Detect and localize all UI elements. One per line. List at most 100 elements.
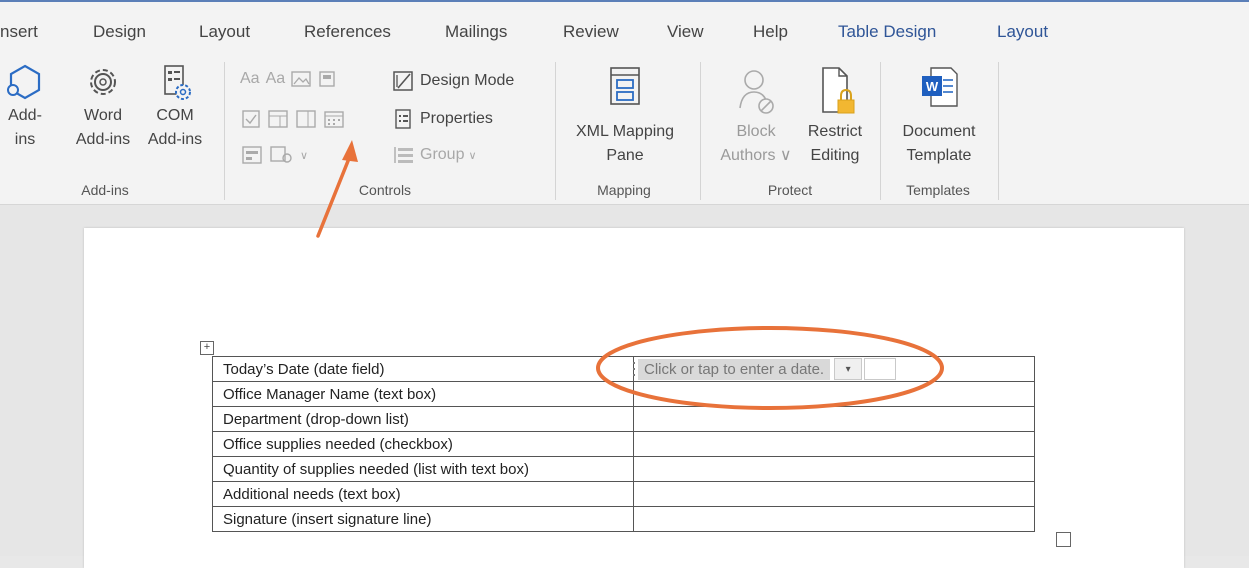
com-addins-icon: [164, 65, 191, 100]
group-separator: [224, 62, 225, 200]
design-mode-button[interactable]: Design Mode: [392, 70, 514, 92]
table-row: Additional needs (text box): [212, 481, 1035, 507]
value-cell[interactable]: [633, 406, 1035, 432]
document-template-button[interactable]: W Document Template: [890, 62, 988, 168]
word-addins-label-2: Add-ins: [75, 131, 131, 148]
table-row: Department (drop-down list): [212, 406, 1035, 432]
table-row: Quantity of supplies needed (list with t…: [212, 456, 1035, 482]
date-dropdown-button[interactable]: ▾: [834, 358, 863, 380]
row-label: Office supplies needed (checkbox): [212, 431, 634, 457]
com-addins-button[interactable]: COM Add-ins: [142, 62, 208, 152]
tab-view[interactable]: View: [667, 22, 704, 42]
table-row: Today’s Date (date field): [212, 356, 1035, 382]
xml-mapping-icon: [610, 67, 640, 105]
combo-box-control-icon[interactable]: [268, 110, 288, 128]
tab-design[interactable]: Design: [93, 22, 146, 42]
restrict-editing-button[interactable]: Restrict Editing: [800, 62, 870, 168]
tab-mailings[interactable]: Mailings: [445, 22, 507, 42]
document-template-label-2: Template: [906, 147, 972, 164]
ribbon: Add- ins Word Add-ins COM Add-ins Add-in…: [0, 54, 1249, 205]
table-move-handle[interactable]: +: [200, 341, 214, 355]
row-label: Quantity of supplies needed (list with t…: [212, 456, 634, 482]
xml-mapping-label-2: Pane: [606, 147, 644, 164]
addins-hexagon-icon: [7, 64, 41, 100]
restrict-editing-label-1: Restrict: [807, 123, 863, 140]
group-caret: ∨: [468, 149, 477, 162]
dropdown-list-control-icon[interactable]: [296, 110, 316, 128]
gear-icon: [90, 69, 116, 95]
tab-help[interactable]: Help: [753, 22, 788, 42]
row-label: Additional needs (text box): [212, 481, 634, 507]
tab-references[interactable]: References: [304, 22, 391, 42]
building-block-control-icon[interactable]: [317, 70, 337, 88]
picture-control-icon[interactable]: [291, 71, 311, 87]
com-addins-label-1: COM: [156, 107, 194, 124]
content-controls-row-3: ∨: [242, 146, 308, 164]
design-mode-label: Design Mode: [420, 72, 515, 89]
group-separator: [998, 62, 999, 200]
value-cell[interactable]: [633, 456, 1035, 482]
rich-text-control-button[interactable]: Aa: [240, 70, 260, 88]
content-control-grip-icon[interactable]: [630, 360, 638, 378]
date-control-end: [864, 358, 897, 380]
restrict-editing-lock-icon: [822, 67, 855, 114]
value-cell[interactable]: [633, 506, 1035, 532]
value-cell[interactable]: [633, 431, 1035, 457]
repeating-section-control-icon[interactable]: [270, 146, 292, 164]
table-resize-handle[interactable]: [1056, 532, 1071, 547]
addins-label-1: Add-: [8, 107, 42, 124]
properties-icon: [395, 109, 411, 129]
tab-layout[interactable]: Layout: [199, 22, 250, 42]
block-authors-label-2: Authors ∨: [720, 147, 792, 164]
form-table: Today’s Date (date field) Office Manager…: [212, 356, 1035, 532]
date-picker-content-control[interactable]: Click or tap to enter a date. ▾: [630, 358, 897, 380]
content-controls-row-2: [242, 110, 344, 128]
ribbon-tab-bar: nsert Design Layout References Mailings …: [0, 0, 1249, 56]
design-mode-icon: [393, 71, 413, 91]
word-document-template-icon: W: [922, 67, 958, 107]
group-label-controls: Controls: [358, 182, 412, 198]
group-label-addins: Add-ins: [81, 182, 129, 198]
word-addins-label-1: Word: [84, 107, 122, 124]
group-label-protect: Protect: [767, 182, 813, 198]
properties-label: Properties: [420, 110, 493, 127]
chevron-down-icon: ▾: [845, 363, 851, 375]
block-authors-button[interactable]: Block Authors ∨: [712, 62, 800, 168]
group-separator: [880, 62, 881, 200]
date-picker-control-icon[interactable]: [324, 110, 344, 128]
block-authors-label-1: Block: [736, 123, 776, 140]
group-label: Group: [420, 146, 465, 163]
addins-label-2: ins: [14, 131, 36, 148]
com-addins-label-2: Add-ins: [147, 131, 203, 148]
group-label-mapping: Mapping: [597, 182, 651, 198]
addins-button[interactable]: Add- ins: [6, 62, 44, 152]
row-label: Signature (insert signature line): [212, 506, 634, 532]
legacy-tools-caret: ∨: [300, 149, 309, 162]
group-label-templates: Templates: [906, 182, 970, 198]
group-separator: [700, 62, 701, 200]
tab-table-design[interactable]: Table Design: [838, 22, 936, 42]
xml-mapping-label-1: XML Mapping: [575, 123, 675, 140]
checkbox-control-icon[interactable]: [242, 110, 260, 128]
row-label: Department (drop-down list): [212, 406, 634, 432]
content-controls-row-1: Aa Aa: [240, 70, 337, 88]
plain-text-control-button[interactable]: Aa: [266, 70, 286, 88]
table-row: Office supplies needed (checkbox): [212, 431, 1035, 457]
word-logo-letter: W: [926, 79, 939, 94]
legacy-tools-icon[interactable]: [242, 146, 262, 164]
group-button[interactable]: Group ∨: [392, 144, 477, 166]
tab-insert[interactable]: nsert: [0, 22, 38, 42]
properties-button[interactable]: Properties: [394, 108, 493, 130]
value-cell[interactable]: [633, 481, 1035, 507]
value-cell[interactable]: [633, 381, 1035, 407]
block-authors-icon: [739, 70, 774, 114]
table-row: Office Manager Name (text box): [212, 381, 1035, 407]
xml-mapping-pane-button[interactable]: XML Mapping Pane: [560, 62, 690, 168]
restrict-editing-label-2: Editing: [810, 147, 860, 164]
date-placeholder-text[interactable]: Click or tap to enter a date.: [638, 358, 831, 380]
row-label: Today’s Date (date field): [212, 356, 634, 382]
word-addins-button[interactable]: Word Add-ins: [70, 62, 136, 152]
tab-review[interactable]: Review: [563, 22, 619, 42]
row-label: Office Manager Name (text box): [212, 381, 634, 407]
tab-table-layout[interactable]: Layout: [997, 22, 1048, 42]
